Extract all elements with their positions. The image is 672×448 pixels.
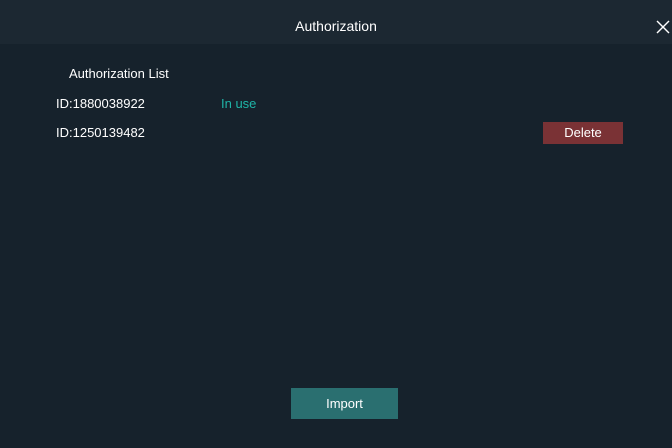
- close-icon: [656, 20, 670, 34]
- list-item: ID:1880038922 In use: [0, 92, 672, 116]
- authorization-id: ID:1880038922: [56, 96, 145, 111]
- list-item: ID:1250139482 Delete: [0, 121, 672, 145]
- authorization-dialog: Authorization Authorization List ID:1880…: [0, 0, 672, 448]
- delete-button[interactable]: Delete: [543, 122, 623, 144]
- authorization-id: ID:1250139482: [56, 125, 145, 140]
- authorization-list-heading: Authorization List: [69, 66, 169, 81]
- close-button[interactable]: [652, 16, 672, 38]
- status-badge: In use: [221, 96, 257, 111]
- dialog-title: Authorization: [295, 18, 377, 34]
- title-bar: Authorization: [0, 0, 672, 44]
- import-button[interactable]: Import: [291, 388, 398, 419]
